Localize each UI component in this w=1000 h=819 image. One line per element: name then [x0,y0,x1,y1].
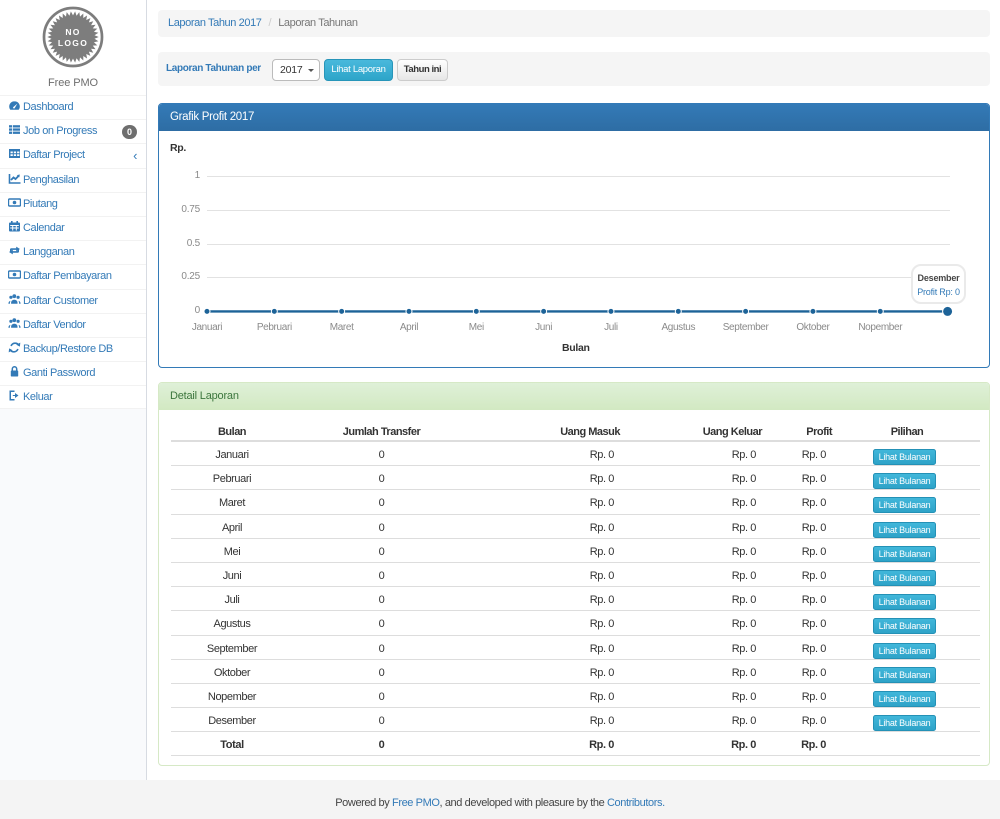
svg-text:NO: NO [65,27,80,37]
svg-text:LOGO: LOGO [58,38,88,48]
